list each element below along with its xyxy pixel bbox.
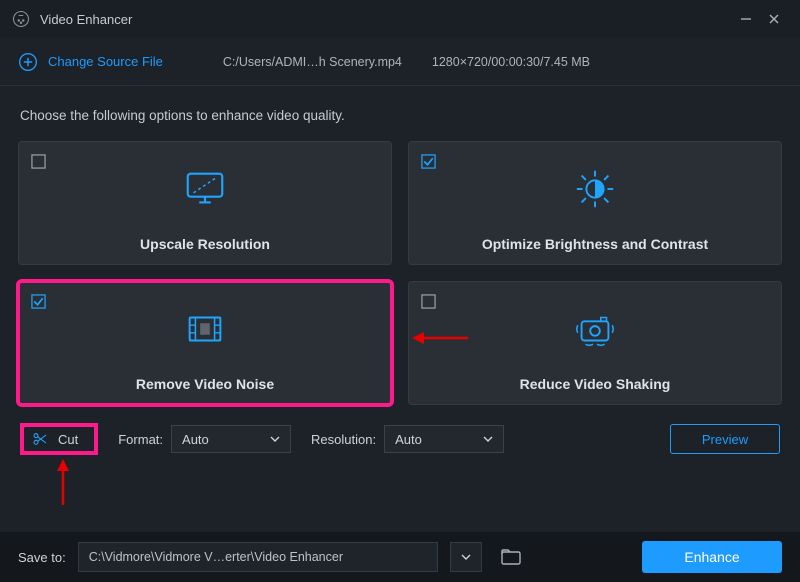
resolution-label: Resolution:	[311, 432, 376, 447]
folder-icon	[501, 549, 521, 565]
format-dropdown[interactable]: Auto	[171, 425, 291, 453]
footer-options-row: Cut Format: Auto Resolution: Auto Previe…	[18, 423, 782, 455]
cut-button[interactable]: Cut	[20, 423, 98, 455]
film-icon	[182, 306, 228, 352]
source-row: Change Source File C:/Users/ADMI…h Scene…	[0, 38, 800, 86]
minimize-icon	[739, 12, 753, 26]
format-label: Format:	[118, 432, 163, 447]
camera-shake-icon	[572, 306, 618, 352]
card-denoise-label: Remove Video Noise	[136, 376, 274, 392]
app-title: Video Enhancer	[40, 12, 732, 27]
card-optimize-brightness[interactable]: Optimize Brightness and Contrast	[408, 141, 782, 265]
close-button[interactable]	[760, 5, 788, 33]
change-source-label: Change Source File	[48, 54, 163, 69]
minimize-button[interactable]	[732, 5, 760, 33]
card-deshake-label: Reduce Video Shaking	[520, 376, 671, 392]
saveto-label: Save to:	[18, 550, 66, 565]
card-upscale-resolution[interactable]: Upscale Resolution	[18, 141, 392, 265]
preview-button[interactable]: Preview	[670, 424, 780, 454]
saveto-dropdown[interactable]	[450, 542, 482, 572]
change-source-button[interactable]: Change Source File	[18, 52, 163, 72]
title-bar: Video Enhancer	[0, 0, 800, 38]
cut-label: Cut	[58, 432, 78, 447]
annotation-arrow-icon	[48, 457, 78, 507]
resolution-value: Auto	[395, 432, 422, 447]
resolution-dropdown[interactable]: Auto	[384, 425, 504, 453]
monitor-icon	[182, 166, 228, 212]
close-icon	[767, 12, 781, 26]
card-upscale-label: Upscale Resolution	[140, 236, 270, 252]
scissors-icon	[32, 431, 48, 447]
source-file-info: 1280×720/00:00:30/7.45 MB	[432, 55, 590, 69]
chevron-down-icon	[270, 434, 280, 444]
chevron-down-icon	[461, 552, 471, 562]
plus-circle-icon	[18, 52, 38, 72]
content-area: Choose the following options to enhance …	[0, 86, 800, 469]
saveto-path-field[interactable]: C:\Vidmore\Vidmore V…erter\Video Enhance…	[78, 542, 438, 572]
instruction-text: Choose the following options to enhance …	[20, 108, 782, 123]
saveto-path-value: C:\Vidmore\Vidmore V…erter\Video Enhance…	[89, 550, 343, 564]
card-reduce-shaking[interactable]: Reduce Video Shaking	[408, 281, 782, 405]
card-remove-noise[interactable]: Remove Video Noise	[18, 281, 392, 405]
options-grid: Upscale Resolution Optimize Brightness a…	[18, 141, 782, 405]
format-group: Format: Auto	[118, 425, 291, 453]
resolution-group: Resolution: Auto	[311, 425, 504, 453]
app-icon	[12, 10, 30, 28]
enhance-button[interactable]: Enhance	[642, 541, 782, 573]
chevron-down-icon	[483, 434, 493, 444]
brightness-icon	[572, 166, 618, 212]
format-value: Auto	[182, 432, 209, 447]
source-file-path: C:/Users/ADMI…h Scenery.mp4	[223, 55, 402, 69]
browse-folder-button[interactable]	[498, 544, 524, 570]
bottom-bar: Save to: C:\Vidmore\Vidmore V…erter\Vide…	[0, 532, 800, 582]
card-optimize-label: Optimize Brightness and Contrast	[482, 236, 708, 252]
